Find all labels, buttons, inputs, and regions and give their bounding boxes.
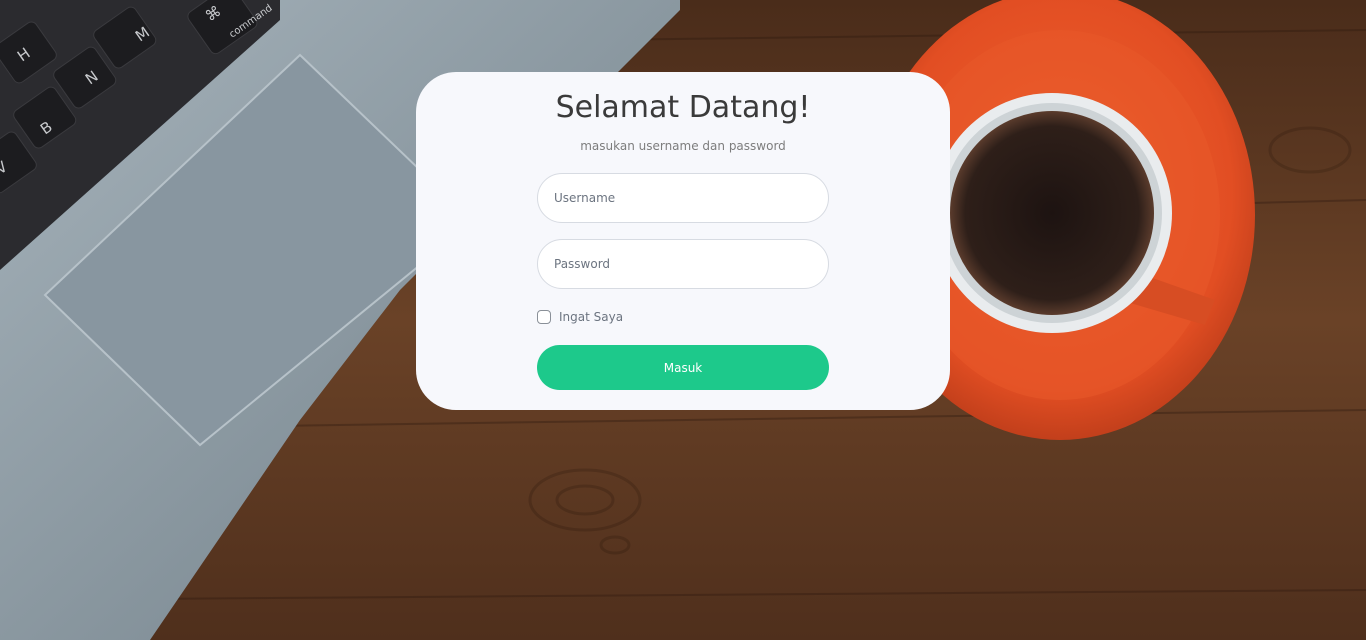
checkbox-icon[interactable] — [537, 310, 551, 324]
login-card: Selamat Datang! masukan username dan pas… — [416, 72, 950, 410]
login-subtitle: masukan username dan password — [580, 139, 786, 153]
username-input[interactable] — [537, 173, 829, 223]
remember-me[interactable]: Ingat Saya — [537, 308, 623, 326]
password-input[interactable] — [537, 239, 829, 289]
page-title: Selamat Datang! — [555, 90, 811, 125]
login-button[interactable]: Masuk — [537, 345, 829, 390]
remember-me-label: Ingat Saya — [559, 310, 624, 324]
